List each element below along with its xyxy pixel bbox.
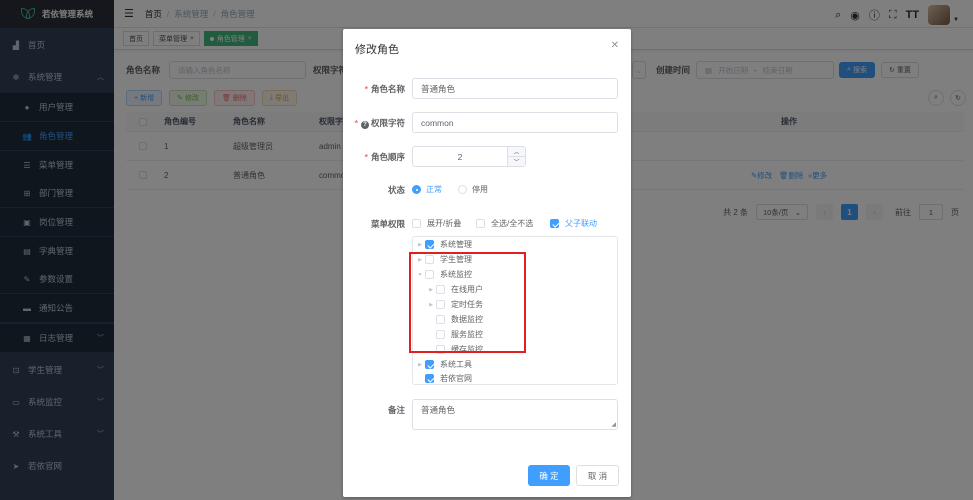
confirm-button[interactable]: 确 定 xyxy=(528,465,570,486)
checkbox-label: 父子联动 xyxy=(565,219,597,228)
radio-dot xyxy=(458,185,467,194)
role-name-field[interactable]: 普通角色 xyxy=(412,78,618,99)
tree-node-label: 若依官网 xyxy=(440,374,472,383)
tree-node-label: 系统管理 xyxy=(440,240,472,249)
select-all-checkbox[interactable]: 全选/全不选 xyxy=(476,218,533,229)
dialog-title: 修改角色 xyxy=(355,44,399,56)
remark-field-label: 备注 xyxy=(387,405,405,415)
cancel-button[interactable]: 取 消 xyxy=(576,465,619,486)
caret-right-icon[interactable]: ▶ xyxy=(415,242,425,248)
question-icon[interactable]: ? xyxy=(360,121,369,129)
radio-dot xyxy=(412,185,421,194)
order-stepper[interactable]: 2 ︿ ﹀ xyxy=(412,146,526,167)
checkbox-box[interactable] xyxy=(425,374,434,383)
radio-label: 停用 xyxy=(472,185,488,194)
checkbox-label: 全选/全不选 xyxy=(491,219,534,228)
remark-textarea[interactable]: 普通角色 ◢ xyxy=(412,399,618,430)
resize-handle-icon[interactable]: ◢ xyxy=(611,421,616,428)
checkbox-box[interactable] xyxy=(425,240,434,249)
checkbox-box xyxy=(476,219,485,228)
chevron-up-icon[interactable]: ︿ xyxy=(508,147,525,157)
checkbox-box xyxy=(550,219,559,228)
label-text: 权限字符 xyxy=(370,118,405,128)
parent-child-link-checkbox[interactable]: 父子联动 xyxy=(550,218,597,229)
status-field-label: 状态 xyxy=(387,185,405,195)
remark-text: 普通角色 xyxy=(421,405,456,415)
tree-node-tools[interactable]: ▶ 系统工具 xyxy=(415,357,472,372)
role-name-field-label: * 角色名称 xyxy=(364,84,405,94)
status-normal-radio[interactable]: 正常 xyxy=(412,184,442,195)
checkbox-label: 展开/折叠 xyxy=(427,219,462,228)
radio-label: 正常 xyxy=(426,185,442,194)
perm-field[interactable]: common xyxy=(412,112,618,133)
label-text: 角色顺序 xyxy=(370,152,405,162)
tree-node-website[interactable]: 若依官网 xyxy=(415,371,472,386)
checkbox-box[interactable] xyxy=(425,360,434,369)
menu-perm-label: 菜单权限 xyxy=(370,219,405,229)
tree-node-system[interactable]: ▶ 系统管理 xyxy=(415,237,472,252)
label-text: 角色名称 xyxy=(370,84,405,94)
tree-node-label: 系统工具 xyxy=(440,360,472,369)
order-value[interactable]: 2 xyxy=(413,147,507,166)
highlight-box xyxy=(409,252,526,353)
status-disabled-radio[interactable]: 停用 xyxy=(458,184,488,195)
perm-field-label: *? 权限字符 xyxy=(354,118,405,129)
checkbox-box xyxy=(412,219,421,228)
expand-collapse-checkbox[interactable]: 展开/折叠 xyxy=(412,218,461,229)
order-field-label: * 角色顺序 xyxy=(364,152,405,162)
close-icon[interactable]: ✕ xyxy=(611,40,619,51)
caret-right-icon[interactable]: ▶ xyxy=(415,362,425,368)
stepper-buttons: ︿ ﹀ xyxy=(507,147,525,166)
chevron-down-icon[interactable]: ﹀ xyxy=(508,157,525,167)
